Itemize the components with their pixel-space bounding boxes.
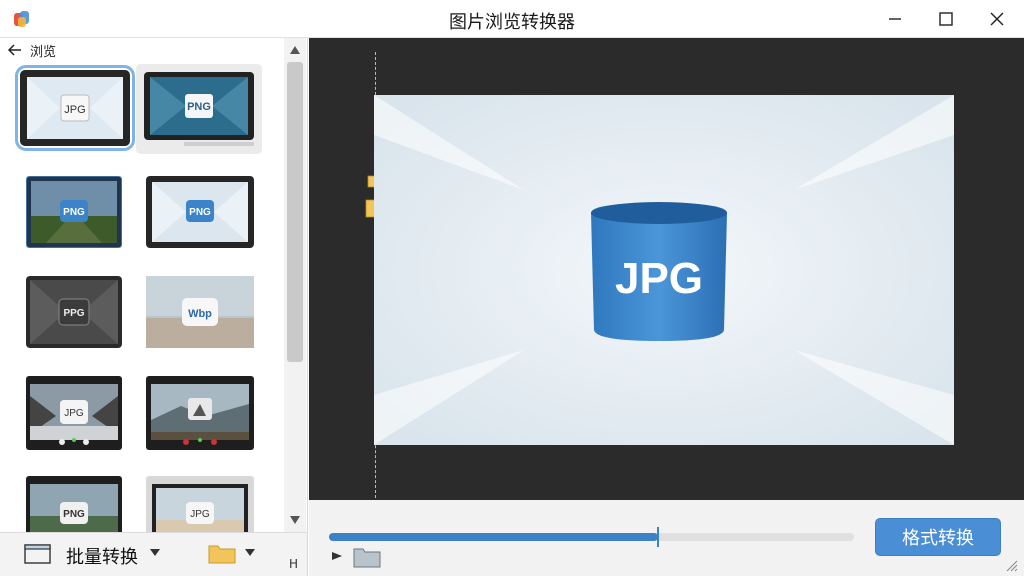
batch-convert-label[interactable]: 批量转换 xyxy=(66,543,138,569)
scroll-down-button[interactable] xyxy=(284,510,306,530)
thumbnail-png-1[interactable]: PNG xyxy=(136,64,262,154)
minimize-button[interactable] xyxy=(870,0,920,38)
thumbnail-jpg-2[interactable]: JPG xyxy=(26,376,122,450)
thumb-label: PPG xyxy=(63,308,84,319)
image-viewer: JPG xyxy=(309,38,1024,500)
thumbnail-png-4[interactable]: PNG xyxy=(26,476,122,532)
thumbnail-wbp[interactable]: Wbp xyxy=(146,276,254,348)
folder-icon[interactable] xyxy=(208,542,236,564)
thumb-label: Wbp xyxy=(188,308,212,320)
resize-grip-icon[interactable] xyxy=(1004,558,1018,572)
thumb-label: JPG xyxy=(190,509,210,520)
thumbnail-png-3[interactable]: PNG xyxy=(146,176,254,248)
minimize-icon xyxy=(889,18,901,20)
folder-icon[interactable] xyxy=(353,546,381,568)
back-nav[interactable]: 浏览 xyxy=(8,41,57,60)
thumbnail-panel: 浏览 JPG PNG PNG PNG PPG Wbp JPG PNG JPG 批… xyxy=(0,38,308,576)
preview-image: JPG xyxy=(374,95,954,445)
thumb-label: JPG xyxy=(64,104,85,116)
back-label: 浏览 xyxy=(30,44,57,60)
thumb-label: PNG xyxy=(63,509,85,520)
close-button[interactable] xyxy=(972,0,1022,38)
progress-track[interactable] xyxy=(329,527,854,547)
controls-bar: 格式转换 xyxy=(309,500,1024,576)
batch-window-icon[interactable] xyxy=(24,543,52,565)
maximize-icon xyxy=(939,12,953,26)
scroll-up-button[interactable] xyxy=(284,40,306,60)
thumbnail-landscape[interactable] xyxy=(146,376,254,450)
preview-format-label: JPG xyxy=(615,254,703,303)
triangle-up-icon xyxy=(290,46,300,54)
triangle-down-icon xyxy=(290,516,300,524)
play-icon[interactable] xyxy=(331,550,343,562)
caret-down-icon[interactable] xyxy=(150,549,160,556)
close-icon xyxy=(990,12,1004,26)
thumb-label: PNG xyxy=(189,207,211,218)
corner-mark: H xyxy=(289,557,299,571)
progress-handle[interactable] xyxy=(657,527,659,547)
arrow-left-icon xyxy=(8,44,21,56)
thumbnail-scrollbar[interactable] xyxy=(284,38,306,532)
format-convert-button[interactable]: 格式转换 xyxy=(875,518,1001,556)
thumbnail-png-2[interactable]: PNG xyxy=(26,176,122,248)
thumbnail-jpg-1[interactable]: JPG xyxy=(15,65,135,151)
thumb-label: PNG xyxy=(63,207,85,218)
maximize-button[interactable] xyxy=(921,0,971,38)
title-bar: 图片浏览转换器 xyxy=(0,0,1024,38)
thumbnail-jpg-3[interactable]: JPG xyxy=(146,476,254,532)
thumbnail-ppg[interactable]: PPG xyxy=(26,276,122,348)
thumbnail-grid: JPG PNG PNG PNG PPG Wbp JPG PNG JPG xyxy=(8,62,280,532)
scroll-thumb[interactable] xyxy=(287,62,303,362)
thumb-label: PNG xyxy=(187,101,211,113)
thumb-label: JPG xyxy=(64,408,84,419)
progress-fill xyxy=(329,533,658,541)
sidebar-toolbar: 批量转换 H xyxy=(0,532,307,576)
caret-down-icon[interactable] xyxy=(245,549,255,556)
